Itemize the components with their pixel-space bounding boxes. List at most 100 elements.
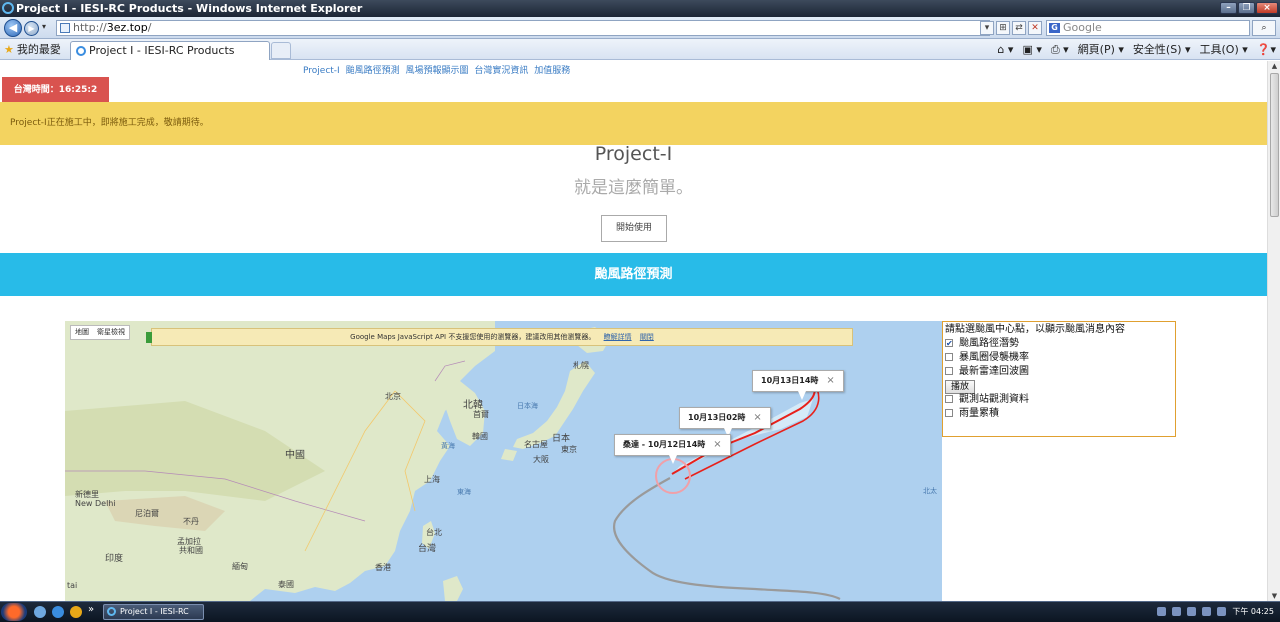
refresh-button[interactable]: ⇄ bbox=[1012, 21, 1026, 35]
print-icon[interactable]: ⎙ ▾ bbox=[1051, 42, 1069, 57]
address-input[interactable]: http://3ez.top/ bbox=[56, 20, 990, 36]
option-label: 觀測站觀測資料 bbox=[959, 394, 1029, 405]
browser-window: Project I - IESI-RC Products - Windows I… bbox=[0, 0, 1280, 622]
checkbox-station-data[interactable] bbox=[945, 395, 953, 403]
typhoon-map[interactable]: 地圖 衛星檢視 Google Maps JavaScript API 不支援您使… bbox=[65, 321, 942, 601]
restore-button[interactable]: ❐ bbox=[1238, 2, 1255, 14]
nav-value-added[interactable]: 加值服務 bbox=[534, 66, 570, 76]
panel-heading: 請點選颱風中心點，以顯示颱風消息內容 bbox=[945, 324, 1125, 335]
infobox-close-icon[interactable]: × bbox=[713, 439, 721, 450]
tray-clock[interactable]: 下午 04:25 bbox=[1232, 604, 1274, 620]
warning-marker-icon bbox=[146, 332, 152, 343]
warning-learn-more-link[interactable]: 瞭解詳情 bbox=[604, 333, 632, 341]
construction-notice: Project-I正在施工中，即將施工完成，敬請期待。 bbox=[0, 102, 1267, 145]
option-radar[interactable]: 最新雷達回波圖 bbox=[945, 365, 1173, 379]
feeds-icon[interactable]: ▣ ▾ bbox=[1022, 42, 1041, 57]
new-tab-button[interactable] bbox=[271, 42, 291, 59]
close-button[interactable]: × bbox=[1256, 2, 1278, 14]
ie-task-icon bbox=[107, 607, 116, 616]
checkbox-rain-accumulation[interactable] bbox=[945, 409, 953, 417]
nav-typhoon-track[interactable]: 颱風路徑預測 bbox=[346, 66, 400, 76]
start-button[interactable] bbox=[1, 603, 27, 621]
tab-project-i[interactable]: Project I - IESI-RC Products bbox=[70, 41, 270, 60]
quick-launch-chrome-icon[interactable] bbox=[70, 606, 82, 618]
map-label-japan: 日本 bbox=[552, 434, 571, 444]
map-label-sea-of-japan: 日本海 bbox=[517, 402, 538, 410]
menu-safety[interactable]: 安全性(S) ▾ bbox=[1133, 42, 1191, 57]
network-icon[interactable] bbox=[1187, 607, 1197, 616]
quick-launch-more[interactable]: » bbox=[88, 604, 94, 618]
start-button[interactable]: 開始使用 bbox=[601, 215, 667, 242]
checkbox-storm-probability[interactable] bbox=[945, 353, 953, 361]
option-rain-accumulation[interactable]: 雨量累積 bbox=[945, 407, 1173, 421]
quick-launch-browser-icon[interactable] bbox=[52, 606, 64, 618]
option-label: 颱風路徑潛勢 bbox=[959, 338, 1019, 349]
infobox-10-12-14[interactable]: 桑達 - 10月12日14時 × bbox=[614, 434, 731, 464]
map-label-pacific: 北太 bbox=[923, 487, 937, 495]
history-dropdown-icon[interactable]: ▾ bbox=[42, 22, 46, 31]
warning-close-link[interactable]: 關閉 bbox=[640, 333, 654, 341]
forward-button[interactable]: ▶ bbox=[24, 21, 39, 36]
taskbar-window-button[interactable]: Project I - IESI-RC Pro... bbox=[103, 604, 204, 622]
menu-help[interactable]: ❓▾ bbox=[1257, 42, 1276, 57]
home-icon[interactable]: ⌂ ▾ bbox=[997, 42, 1013, 57]
nav-taiwan-live[interactable]: 台灣實況資訊 bbox=[474, 66, 528, 76]
map-type-roadmap[interactable]: 地圖 bbox=[71, 326, 93, 339]
checkbox-track-potential[interactable]: ✔ bbox=[945, 339, 953, 348]
play-button[interactable]: 播放 bbox=[945, 380, 976, 394]
page-content: Project-I 颱風路徑預測 風場預報顯示圖 台灣實況資訊 加值服務 台灣時… bbox=[0, 61, 1267, 601]
play-row: 播放 bbox=[945, 379, 1173, 394]
menu-tools[interactable]: 工具(O) ▾ bbox=[1200, 42, 1248, 57]
nav-wind-forecast[interactable]: 風場預報顯示圖 bbox=[405, 66, 468, 76]
map-label-yellow-sea: 黃海 bbox=[441, 442, 455, 450]
taiwan-clock: 台灣時間：16:25:2 bbox=[2, 77, 109, 103]
nav-brand[interactable]: Project-I bbox=[303, 66, 340, 76]
star-icon: ★ bbox=[4, 43, 14, 56]
infobox-close-icon[interactable]: × bbox=[753, 412, 761, 423]
address-dropdown-button[interactable]: ▾ bbox=[980, 21, 994, 35]
vertical-scrollbar[interactable]: ▲ ▼ bbox=[1267, 61, 1280, 601]
scroll-down-icon[interactable]: ▼ bbox=[1269, 591, 1280, 601]
page-icon bbox=[60, 23, 70, 33]
map-label-east-sea: 東海 bbox=[457, 488, 471, 496]
map-type-control: 地圖 衛星檢視 bbox=[70, 325, 130, 340]
menu-page[interactable]: 網頁(P) ▾ bbox=[1078, 42, 1124, 57]
ie-logo-icon bbox=[2, 2, 14, 14]
infobox-10-13-14[interactable]: 10月13日14時 × bbox=[752, 370, 844, 400]
quick-launch-ie-icon[interactable] bbox=[34, 606, 46, 618]
search-input[interactable]: G Google bbox=[1046, 20, 1250, 36]
help-icon[interactable] bbox=[1172, 607, 1182, 616]
stop-button[interactable]: ✕ bbox=[1028, 21, 1042, 35]
back-button[interactable]: ◀ bbox=[4, 19, 22, 37]
system-tray: 下午 04:25 bbox=[1157, 604, 1274, 620]
infobox-close-icon[interactable]: × bbox=[826, 375, 834, 386]
volume-icon[interactable] bbox=[1202, 607, 1212, 616]
option-track-potential[interactable]: ✔ 颱風路徑潛勢 bbox=[945, 337, 1173, 351]
address-suffix: / bbox=[147, 21, 152, 34]
search-button[interactable]: ⌕ bbox=[1252, 20, 1276, 36]
window-title: Project I - IESI-RC Products - Windows I… bbox=[16, 2, 363, 15]
infobox-tail bbox=[669, 455, 677, 464]
compatibility-view-button[interactable]: ⊞ bbox=[996, 21, 1010, 35]
map-label-tai: tai bbox=[67, 581, 78, 590]
checkbox-radar[interactable] bbox=[945, 367, 953, 375]
map-label-taipei: 台北 bbox=[426, 528, 442, 537]
address-host: 3ez.top bbox=[106, 21, 148, 34]
scroll-up-icon[interactable]: ▲ bbox=[1269, 61, 1280, 71]
minimize-button[interactable]: – bbox=[1220, 2, 1237, 14]
map-label-bhutan: 不丹 bbox=[183, 517, 199, 526]
security-icon[interactable] bbox=[1217, 607, 1227, 616]
keyboard-icon[interactable] bbox=[1157, 607, 1167, 616]
title-bar: Project I - IESI-RC Products - Windows I… bbox=[0, 0, 1280, 17]
option-station-data[interactable]: 觀測站觀測資料 bbox=[945, 393, 1173, 407]
map-label-shanghai: 上海 bbox=[424, 475, 440, 484]
address-prefix: http:// bbox=[73, 21, 107, 34]
option-storm-probability[interactable]: 暴風圈侵襲機率 bbox=[945, 351, 1173, 365]
search-placeholder: Google bbox=[1063, 21, 1102, 34]
favorites-button[interactable]: ★ 我的最愛 bbox=[4, 42, 61, 57]
infobox-10-13-02[interactable]: 10月13日02時 × bbox=[679, 407, 771, 437]
scroll-thumb[interactable] bbox=[1270, 73, 1279, 217]
map-type-satellite[interactable]: 衛星檢視 bbox=[93, 326, 129, 339]
infobox-label: 10月13日02時 bbox=[688, 413, 746, 422]
taskbar: » Project I - IESI-RC Pro... 下午 04:25 bbox=[0, 601, 1280, 622]
